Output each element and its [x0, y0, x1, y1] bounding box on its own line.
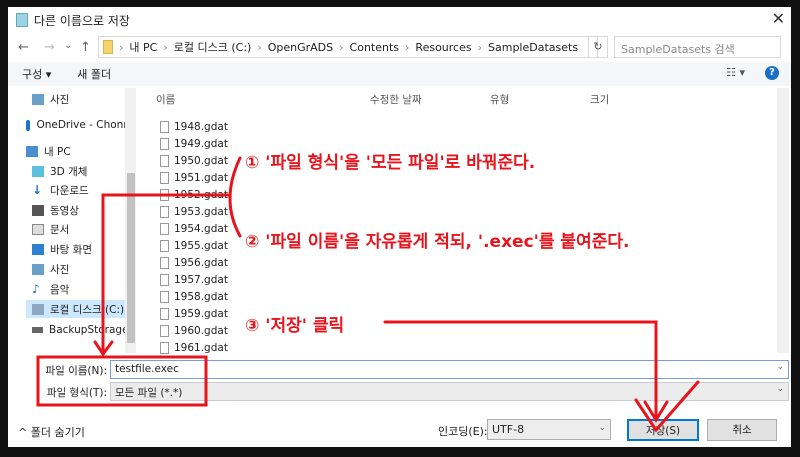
annotation-step-3: ③ '저장' 클릭 — [245, 316, 345, 336]
annotation-step-1: ① '파일 형식'을 '모든 파일'로 바꿔준다. — [245, 153, 536, 173]
annotation-step-2: ② '파일 이름'을 자유롭게 적되, '.exec'를 붙여준다. — [245, 232, 630, 252]
checkmark — [634, 380, 700, 433]
highlight-box — [36, 355, 208, 407]
arrow-line — [101, 193, 230, 354]
bracket-line — [228, 156, 242, 238]
arrow-line — [383, 320, 658, 420]
